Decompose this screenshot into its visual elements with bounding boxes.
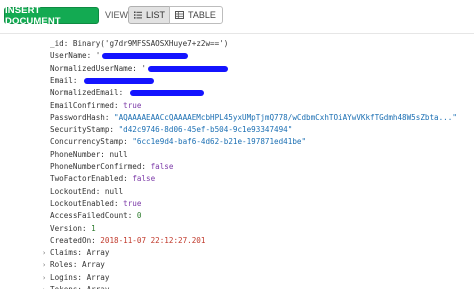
- field-value: 0: [136, 211, 142, 221]
- chevron-right-icon[interactable]: ›: [42, 284, 50, 289]
- field-value: Binary('g7dr9MFSSAOSXHuye7+z2w=='): [72, 39, 229, 48]
- field-key: NormalizedEmail:: [50, 88, 124, 98]
- field-row: PhoneNumber: null: [50, 149, 128, 161]
- redaction-mark: [129, 90, 204, 97]
- field-value: false: [132, 174, 156, 184]
- field-key: LockoutEnabled:: [50, 198, 119, 208]
- field-row: CreatedOn: 2018-11-07 22:12:27.201: [50, 235, 205, 247]
- field-key: Roles:: [50, 260, 78, 270]
- toolbar-divider: [0, 33, 474, 34]
- field-row: PasswordHash: "AQAAAAEAACcQAAAAEMcbHPL45…: [50, 112, 457, 124]
- field-value: Array: [87, 285, 110, 289]
- field-row: SecurityStamp: "d42c9746-8d06-45ef-b504-…: [50, 124, 292, 136]
- field-row: LockoutEnd: null: [50, 186, 123, 198]
- field-value: null: [109, 149, 128, 159]
- field-value: Array: [86, 272, 110, 282]
- field-key: Tokens:: [50, 285, 82, 289]
- field-row: UserName: ': [50, 50, 189, 62]
- field-row: AccessFailedCount: 0: [50, 210, 141, 222]
- list-label: LIST: [146, 10, 166, 20]
- field-value: ': [141, 63, 147, 73]
- field-value: "d42c9746-8d06-45ef-b504-9c1e93347494": [118, 125, 293, 135]
- view-label: VIEW: [105, 10, 129, 20]
- chevron-right-icon[interactable]: ›: [42, 247, 50, 259]
- field-key: PhoneNumberConfirmed:: [50, 162, 147, 171]
- chevron-right-icon[interactable]: ›: [42, 272, 50, 284]
- table-label: TABLE: [188, 10, 216, 20]
- field-key: _id:: [50, 39, 69, 48]
- field-value: null: [104, 186, 124, 196]
- field-value: "6cc1e9d4-baf6-4d62-b21e-197871ed41be": [132, 137, 307, 147]
- field-value: true: [123, 100, 142, 110]
- field-row: Email:: [50, 75, 155, 87]
- field-row[interactable]: › Roles: Array: [42, 259, 105, 271]
- field-value: ': [95, 51, 101, 61]
- field-key: TwoFactorEnabled:: [50, 174, 128, 184]
- field-value: 1: [91, 223, 96, 233]
- field-value: true: [123, 198, 142, 208]
- field-row: NormalizedUserName: ': [50, 63, 229, 75]
- field-row: TwoFactorEnabled: false: [50, 173, 155, 185]
- redaction-mark: [102, 53, 189, 60]
- field-row[interactable]: ›Tokens: Array: [42, 284, 109, 289]
- field-key: Claims:: [50, 248, 83, 258]
- field-key: SecurityStamp:: [50, 125, 115, 135]
- field-row: LockoutEnabled: true: [50, 198, 141, 210]
- field-row[interactable]: › Claims: Array: [42, 247, 109, 259]
- field-row: PhoneNumberConfirmed: false: [50, 161, 173, 173]
- field-row[interactable]: › Logins: Array: [42, 272, 109, 284]
- field-row: Version: 1: [50, 223, 96, 235]
- field-value: false: [150, 162, 174, 171]
- field-key: EmailConfirmed:: [50, 100, 119, 110]
- field-value: Array: [86, 248, 110, 258]
- field-row: NormalizedEmail:: [50, 87, 204, 99]
- redaction-mark: [84, 77, 155, 84]
- field-row: _id: Binary('g7dr9MFSSAOSXHuye7+z2w=='): [50, 38, 228, 50]
- table-icon: [175, 11, 184, 19]
- field-key: Email:: [50, 75, 78, 85]
- field-row: ConcurrencyStamp: "6cc1e9d4-baf6-4d62-b2…: [50, 136, 306, 148]
- field-key: UserName:: [50, 51, 92, 61]
- field-key: Logins:: [50, 272, 83, 282]
- field-key: ConcurrencyStamp:: [50, 137, 128, 147]
- toolbar: INSERT DOCUMENT VIEW LIST TABLE: [0, 0, 474, 30]
- field-value: "AQAAAAEAACcQAAAAEMcbHPL45yxUMpTjmQ778/w…: [114, 112, 457, 122]
- field-value: 2018-11-07 22:12:27.201: [100, 235, 206, 245]
- list-view-toggle[interactable]: LIST: [128, 6, 170, 24]
- field-key: PasswordHash:: [50, 112, 110, 122]
- field-key: AccessFailedCount:: [50, 211, 133, 221]
- field-key: PhoneNumber:: [50, 149, 105, 159]
- field-key: LockoutEnd:: [50, 186, 101, 196]
- redaction-mark: [148, 65, 229, 72]
- field-key: NormalizedUserName:: [50, 63, 137, 73]
- list-icon: [134, 11, 142, 19]
- insert-document-button[interactable]: INSERT DOCUMENT: [4, 5, 99, 27]
- field-row: EmailConfirmed: true: [50, 100, 141, 112]
- chevron-right-icon[interactable]: ›: [42, 259, 50, 271]
- field-value: Array: [82, 260, 105, 270]
- table-view-toggle[interactable]: TABLE: [169, 6, 223, 24]
- field-key: CreatedOn:: [50, 235, 96, 245]
- field-key: Version:: [50, 223, 87, 233]
